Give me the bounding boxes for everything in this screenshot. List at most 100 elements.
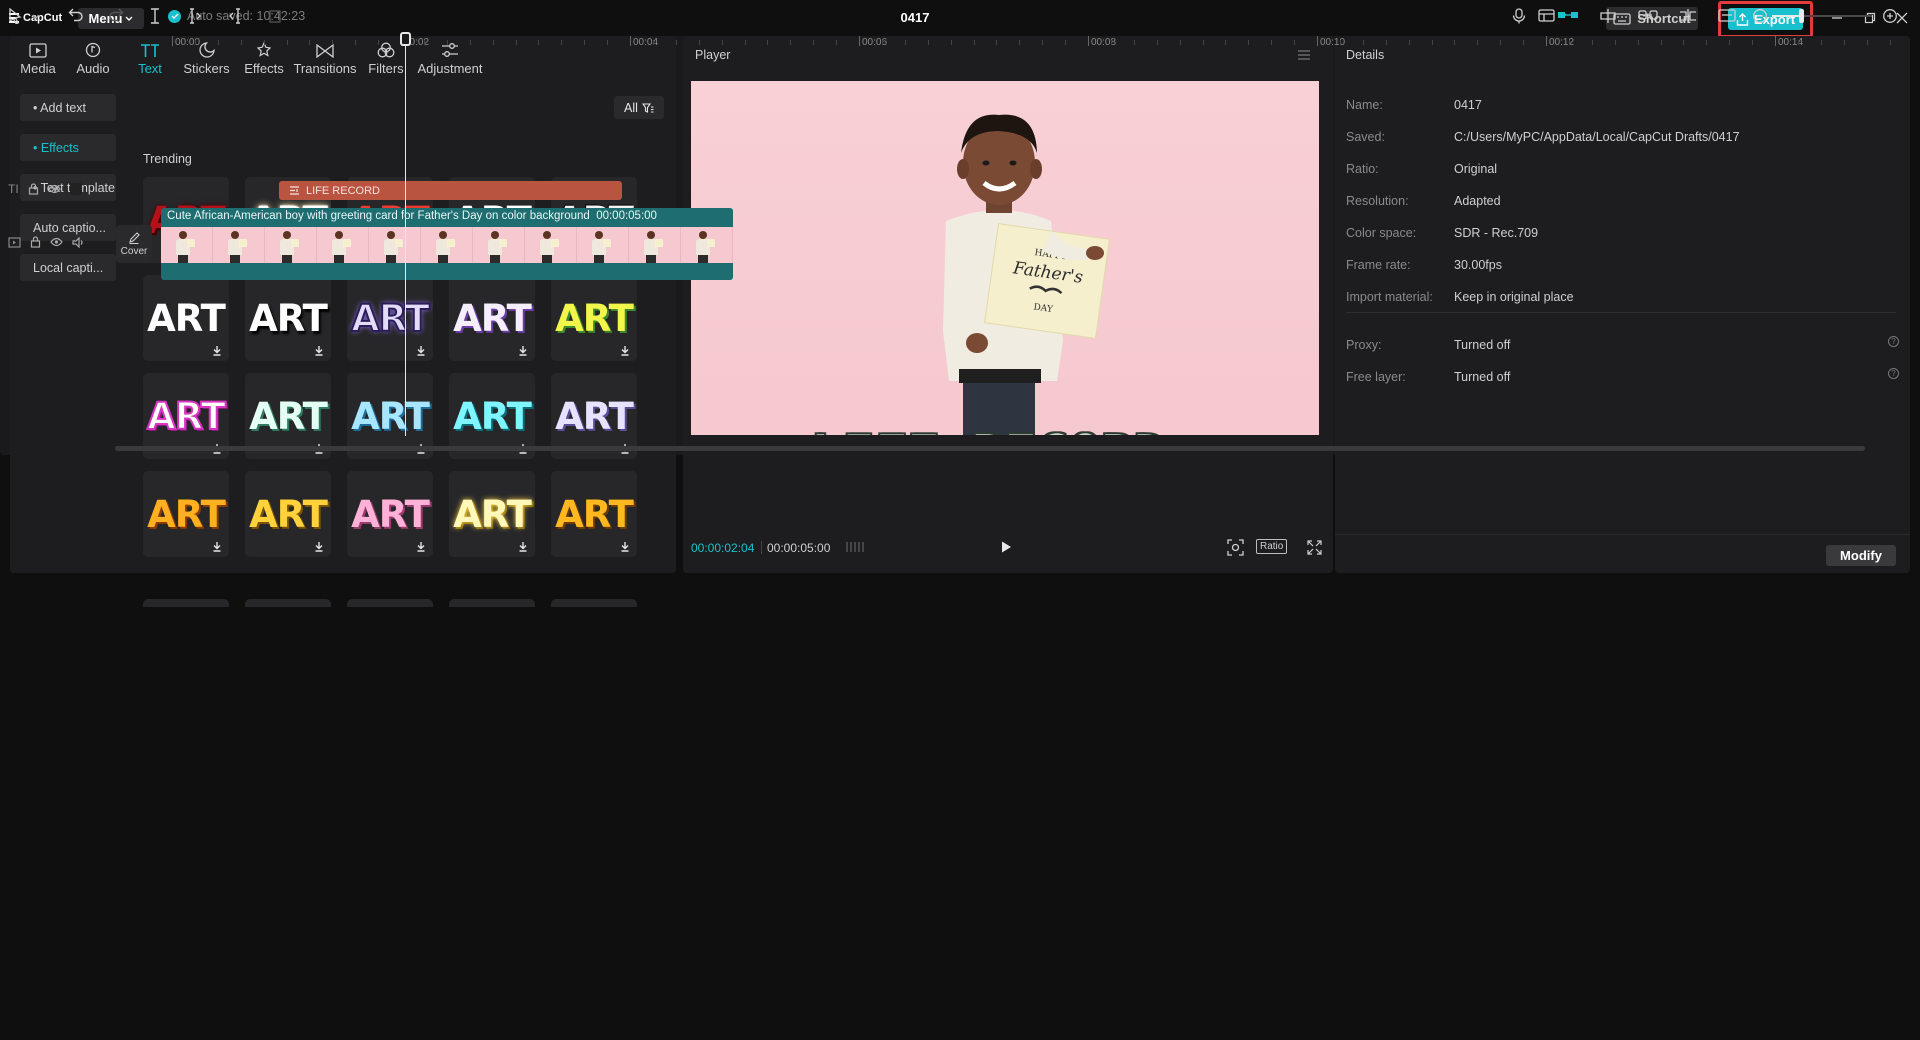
ruler-minor-tick xyxy=(378,40,380,45)
tab-media[interactable]: Media xyxy=(12,36,64,80)
redo-icon xyxy=(109,8,124,22)
text-effect-tile[interactable]: ART xyxy=(143,471,229,557)
linkage-icon[interactable] xyxy=(1638,8,1658,22)
nav-local-captions[interactable]: Local capti... xyxy=(20,254,116,281)
fit-screen-icon[interactable] xyxy=(1227,539,1244,556)
ruler-major-tick xyxy=(630,36,631,46)
zoom-in-icon[interactable] xyxy=(1882,8,1898,24)
download-icon[interactable] xyxy=(620,345,630,356)
download-icon[interactable] xyxy=(212,345,222,356)
text-effect-tile[interactable]: ART xyxy=(347,275,433,361)
ruler-minor-tick xyxy=(355,40,357,45)
detail-framerate-row: Frame rate: 30.00fps xyxy=(1346,258,1502,272)
detail-proxy-row: Proxy: Turned off xyxy=(1346,338,1510,352)
text-effect-preview: ART xyxy=(249,296,328,340)
ruler-tick-label: 00:12 xyxy=(1549,37,1575,48)
zoom-out-icon[interactable] xyxy=(1752,8,1768,24)
nav-add-text[interactable]: • Add text xyxy=(20,94,116,121)
download-icon[interactable] xyxy=(416,345,426,356)
chevron-down-icon[interactable] xyxy=(32,14,40,20)
ruler-minor-tick xyxy=(584,40,586,45)
detail-name-row: Name: 0417 xyxy=(1346,98,1482,112)
snap-icon[interactable] xyxy=(1598,8,1618,24)
eye-icon[interactable] xyxy=(47,184,61,194)
details-footer-divider xyxy=(1335,534,1910,535)
text-effect-tile[interactable]: ART xyxy=(551,275,637,361)
help-icon[interactable]: ? xyxy=(1888,336,1899,347)
text-effect-tile[interactable]: ART xyxy=(551,471,637,557)
main-track-magnet-icon[interactable] xyxy=(1557,8,1579,22)
speaker-icon[interactable] xyxy=(72,236,85,248)
tab-stickers-label: Stickers xyxy=(183,61,230,76)
text-effect-tile[interactable]: ART xyxy=(143,275,229,361)
video-thumbnail-frame xyxy=(473,227,525,263)
ruler-minor-tick xyxy=(515,40,517,45)
text-effect-tile[interactable]: ART xyxy=(245,275,331,361)
tab-audio-label: Audio xyxy=(76,61,110,76)
ruler-minor-tick xyxy=(1019,40,1021,45)
boy-with-card-image: HAPPY Father's DAY xyxy=(943,114,1110,435)
text-effect-tile[interactable]: ART xyxy=(347,471,433,557)
ruler-minor-tick xyxy=(1362,40,1364,45)
microphone-icon[interactable] xyxy=(1512,8,1526,24)
cover-label: Cover xyxy=(120,245,148,257)
lock-icon[interactable] xyxy=(28,183,39,195)
download-icon[interactable] xyxy=(314,541,324,552)
detail-value: Turned off xyxy=(1454,370,1511,384)
download-icon[interactable] xyxy=(620,541,630,552)
time-ruler[interactable]: 00:00 00:02 00:04 00:06 00:08 00:10 00:12 00:14 xyxy=(110,32,1900,58)
text-clip[interactable]: LIFE RECORD xyxy=(279,181,622,200)
split-icon[interactable] xyxy=(148,8,162,24)
ruler-minor-tick xyxy=(1729,40,1731,45)
detail-colorspace-row: Color space: SDR - Rec.709 xyxy=(1346,226,1538,240)
text-effect-tile[interactable]: ART xyxy=(449,275,535,361)
lock-icon[interactable] xyxy=(30,236,41,248)
video-clip[interactable]: Cute African-American boy with greeting … xyxy=(161,208,733,280)
text-effect-preview: ART xyxy=(453,394,532,438)
eye-icon[interactable] xyxy=(50,237,63,247)
download-icon[interactable] xyxy=(518,541,528,552)
download-icon[interactable] xyxy=(518,345,528,356)
ruler-minor-tick xyxy=(423,40,425,45)
playhead-handle[interactable] xyxy=(400,32,411,46)
download-icon[interactable] xyxy=(416,541,426,552)
filter-button[interactable]: All xyxy=(614,96,664,119)
video-preview[interactable]: HAPPY Father's DAY LIFE RECORD xyxy=(691,81,1319,435)
ruler-minor-tick xyxy=(263,40,265,45)
ruler-minor-tick xyxy=(904,40,906,45)
preview-axis-icon[interactable] xyxy=(1678,8,1698,24)
delete-right-icon[interactable] xyxy=(228,8,242,24)
undo-icon[interactable] xyxy=(68,8,84,22)
cover-button[interactable]: Cover xyxy=(116,225,152,263)
tab-adjustment-label: Adjustment xyxy=(417,61,483,76)
timeline-scrollbar[interactable] xyxy=(115,446,1865,451)
play-icon[interactable] xyxy=(999,540,1013,554)
ruler-tick-label: 00:06 xyxy=(862,37,888,48)
nav-effects[interactable]: • Effects xyxy=(20,134,116,161)
modify-button[interactable]: Modify xyxy=(1826,545,1896,566)
timecode-grid-icon[interactable] xyxy=(845,540,865,554)
delete-left-icon[interactable] xyxy=(188,8,202,24)
ruler-minor-tick xyxy=(1271,40,1273,45)
ruler-minor-tick xyxy=(607,40,609,45)
ruler-minor-tick xyxy=(1500,40,1502,45)
video-thumbnail-frame xyxy=(161,227,213,263)
zoom-slider-handle[interactable] xyxy=(1799,9,1804,23)
detail-saved-row: Saved: C:/Users/MyPC/AppData/Local/CapCut… xyxy=(1346,130,1740,144)
text-effect-preview: ART xyxy=(555,394,634,438)
ruler-major-tick xyxy=(1775,36,1776,46)
ruler-minor-tick xyxy=(1683,40,1685,45)
text-effect-tile[interactable]: ART xyxy=(449,471,535,557)
video-thumbnail-frame xyxy=(369,227,421,263)
text-effect-tile[interactable]: ART xyxy=(245,471,331,557)
fullscreen-icon[interactable] xyxy=(1307,540,1322,555)
playhead-line[interactable] xyxy=(405,36,406,436)
download-icon[interactable] xyxy=(314,345,324,356)
help-icon[interactable]: ? xyxy=(1888,368,1899,379)
ratio-button[interactable]: Ratio xyxy=(1256,539,1288,554)
ruler-minor-tick xyxy=(1866,40,1868,45)
timeline-settings-icon[interactable] xyxy=(1718,8,1738,24)
download-icon[interactable] xyxy=(212,541,222,552)
ruler-minor-tick xyxy=(973,40,975,45)
select-cursor-icon[interactable] xyxy=(8,8,22,24)
